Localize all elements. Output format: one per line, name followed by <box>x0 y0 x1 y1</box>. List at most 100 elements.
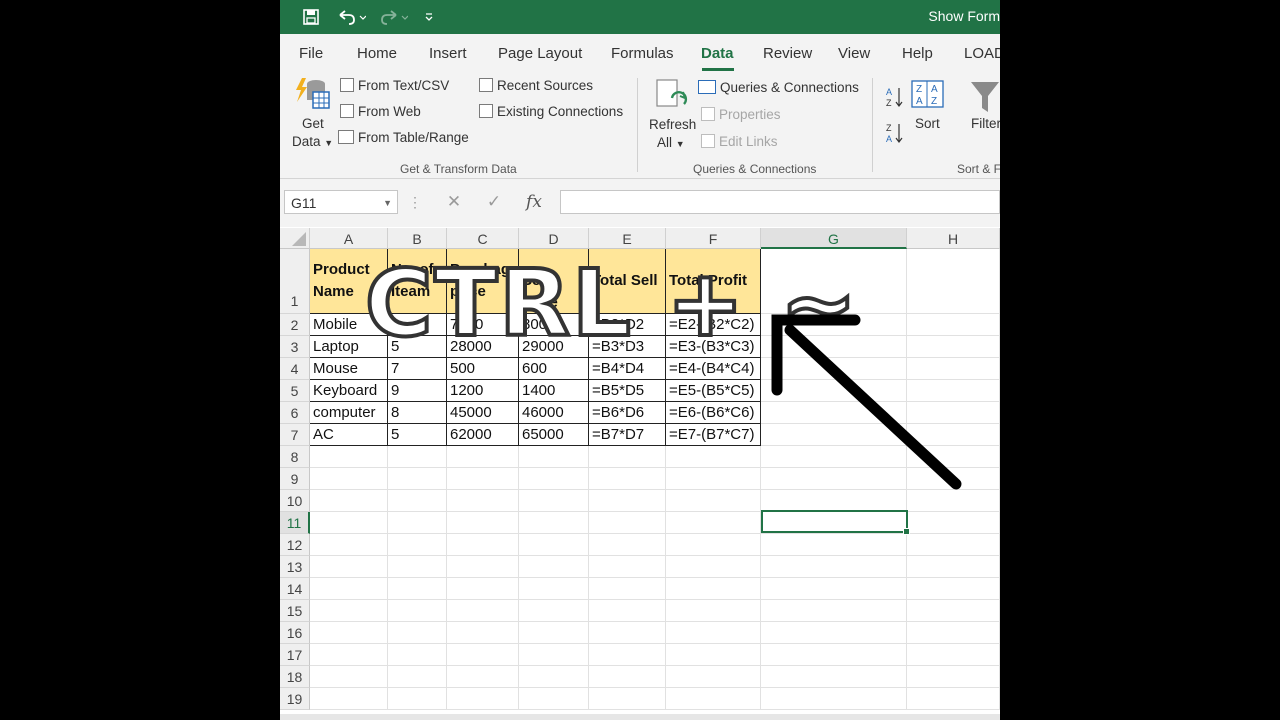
row-header[interactable]: 9 <box>280 468 310 490</box>
empty-cell[interactable] <box>388 666 447 688</box>
table-cell[interactable]: =E7-(B7*C7) <box>666 424 761 446</box>
table-cell[interactable]: 46000 <box>519 402 589 424</box>
empty-cell[interactable] <box>666 622 761 644</box>
row-header[interactable]: 2 <box>280 314 310 336</box>
column-header-c[interactable]: C <box>447 228 519 249</box>
column-header-f[interactable]: F <box>666 228 761 249</box>
table-cell[interactable]: =B7*D7 <box>589 424 666 446</box>
empty-cell[interactable] <box>447 644 519 666</box>
empty-cell[interactable] <box>519 666 589 688</box>
empty-cell[interactable] <box>388 490 447 512</box>
from-text-csv-button[interactable]: From Text/CSV <box>340 78 449 93</box>
undo-icon[interactable] <box>334 6 368 28</box>
row-header[interactable]: 5 <box>280 380 310 402</box>
empty-cell[interactable] <box>447 556 519 578</box>
recent-sources-button[interactable]: Recent Sources <box>479 78 593 93</box>
empty-cell[interactable] <box>519 644 589 666</box>
empty-cell[interactable] <box>666 512 761 534</box>
refresh-icon[interactable] <box>654 78 690 114</box>
empty-cell[interactable] <box>666 666 761 688</box>
column-header-e[interactable]: E <box>589 228 666 249</box>
row-header[interactable]: 15 <box>280 600 310 622</box>
empty-cell[interactable] <box>589 666 666 688</box>
empty-cell[interactable] <box>907 600 1000 622</box>
table-cell[interactable]: AC <box>310 424 388 446</box>
empty-cell[interactable] <box>388 622 447 644</box>
cancel-icon[interactable]: ✕ <box>440 190 468 214</box>
row-header[interactable]: 11 <box>280 512 310 534</box>
empty-cell[interactable] <box>388 644 447 666</box>
empty-cell[interactable] <box>310 534 388 556</box>
fill-handle[interactable] <box>903 528 910 535</box>
empty-cell[interactable] <box>388 688 447 710</box>
get-data-label[interactable]: Get <box>302 116 324 131</box>
tab-help[interactable]: Help <box>902 45 933 62</box>
row-header[interactable]: 13 <box>280 556 310 578</box>
empty-cell[interactable] <box>666 688 761 710</box>
empty-cell[interactable] <box>388 468 447 490</box>
empty-cell[interactable] <box>907 688 1000 710</box>
empty-cell[interactable] <box>310 688 388 710</box>
table-cell[interactable]: computer <box>310 402 388 424</box>
tab-page-layout[interactable]: Page Layout <box>498 45 582 62</box>
empty-cell[interactable] <box>310 468 388 490</box>
selected-cell[interactable] <box>761 510 910 535</box>
empty-cell[interactable] <box>519 490 589 512</box>
row-header[interactable]: 1 <box>280 249 310 314</box>
row-header[interactable]: 17 <box>280 644 310 666</box>
empty-cell[interactable] <box>666 468 761 490</box>
empty-cell[interactable] <box>447 512 519 534</box>
empty-cell[interactable] <box>589 644 666 666</box>
empty-cell[interactable] <box>907 622 1000 644</box>
empty-cell[interactable] <box>447 622 519 644</box>
refresh-all-label[interactable]: All ▼ <box>657 135 685 150</box>
empty-cell[interactable] <box>519 512 589 534</box>
empty-cell[interactable] <box>666 644 761 666</box>
empty-cell[interactable] <box>447 468 519 490</box>
empty-cell[interactable] <box>447 666 519 688</box>
empty-cell[interactable] <box>666 446 761 468</box>
empty-cell[interactable] <box>907 578 1000 600</box>
row-header[interactable]: 4 <box>280 358 310 380</box>
empty-cell[interactable] <box>589 688 666 710</box>
empty-cell[interactable] <box>907 666 1000 688</box>
empty-cell[interactable] <box>589 534 666 556</box>
tab-load[interactable]: LOAD <box>964 45 1000 62</box>
table-cell[interactable]: =E4-(B4*C4) <box>666 358 761 380</box>
empty-cell[interactable] <box>310 644 388 666</box>
empty-cell[interactable] <box>907 556 1000 578</box>
select-all-corner[interactable] <box>280 228 310 249</box>
tab-file[interactable]: File <box>299 45 323 62</box>
from-table-range-button[interactable]: From Table/Range <box>338 130 469 145</box>
empty-cell[interactable] <box>310 622 388 644</box>
row-header[interactable]: 3 <box>280 336 310 358</box>
empty-cell[interactable] <box>589 468 666 490</box>
empty-cell[interactable] <box>519 622 589 644</box>
empty-cell[interactable] <box>388 600 447 622</box>
empty-cell[interactable] <box>666 600 761 622</box>
empty-cell[interactable] <box>589 446 666 468</box>
empty-cell[interactable] <box>589 600 666 622</box>
tab-home[interactable]: Home <box>357 45 397 62</box>
row-header[interactable]: 7 <box>280 424 310 446</box>
empty-cell[interactable] <box>761 600 907 622</box>
empty-cell[interactable] <box>447 688 519 710</box>
enter-icon[interactable]: ✓ <box>480 190 508 214</box>
row-header[interactable]: 14 <box>280 578 310 600</box>
empty-cell[interactable] <box>310 556 388 578</box>
empty-cell[interactable] <box>761 688 907 710</box>
row-header[interactable]: 6 <box>280 402 310 424</box>
empty-cell[interactable] <box>310 600 388 622</box>
refresh-label[interactable]: Refresh <box>649 117 696 132</box>
table-cell[interactable]: 7 <box>388 358 447 380</box>
save-icon[interactable] <box>300 6 322 28</box>
name-box-dropdown-icon[interactable]: ▼ <box>383 191 392 215</box>
empty-cell[interactable] <box>519 578 589 600</box>
tab-formulas[interactable]: Formulas <box>611 45 674 62</box>
customize-toolbar-icon[interactable] <box>420 6 438 28</box>
name-box[interactable]: G11 ▼ <box>284 190 398 214</box>
table-cell[interactable]: 8 <box>388 402 447 424</box>
empty-cell[interactable] <box>589 490 666 512</box>
empty-cell[interactable] <box>907 512 1000 534</box>
empty-cell[interactable] <box>761 578 907 600</box>
